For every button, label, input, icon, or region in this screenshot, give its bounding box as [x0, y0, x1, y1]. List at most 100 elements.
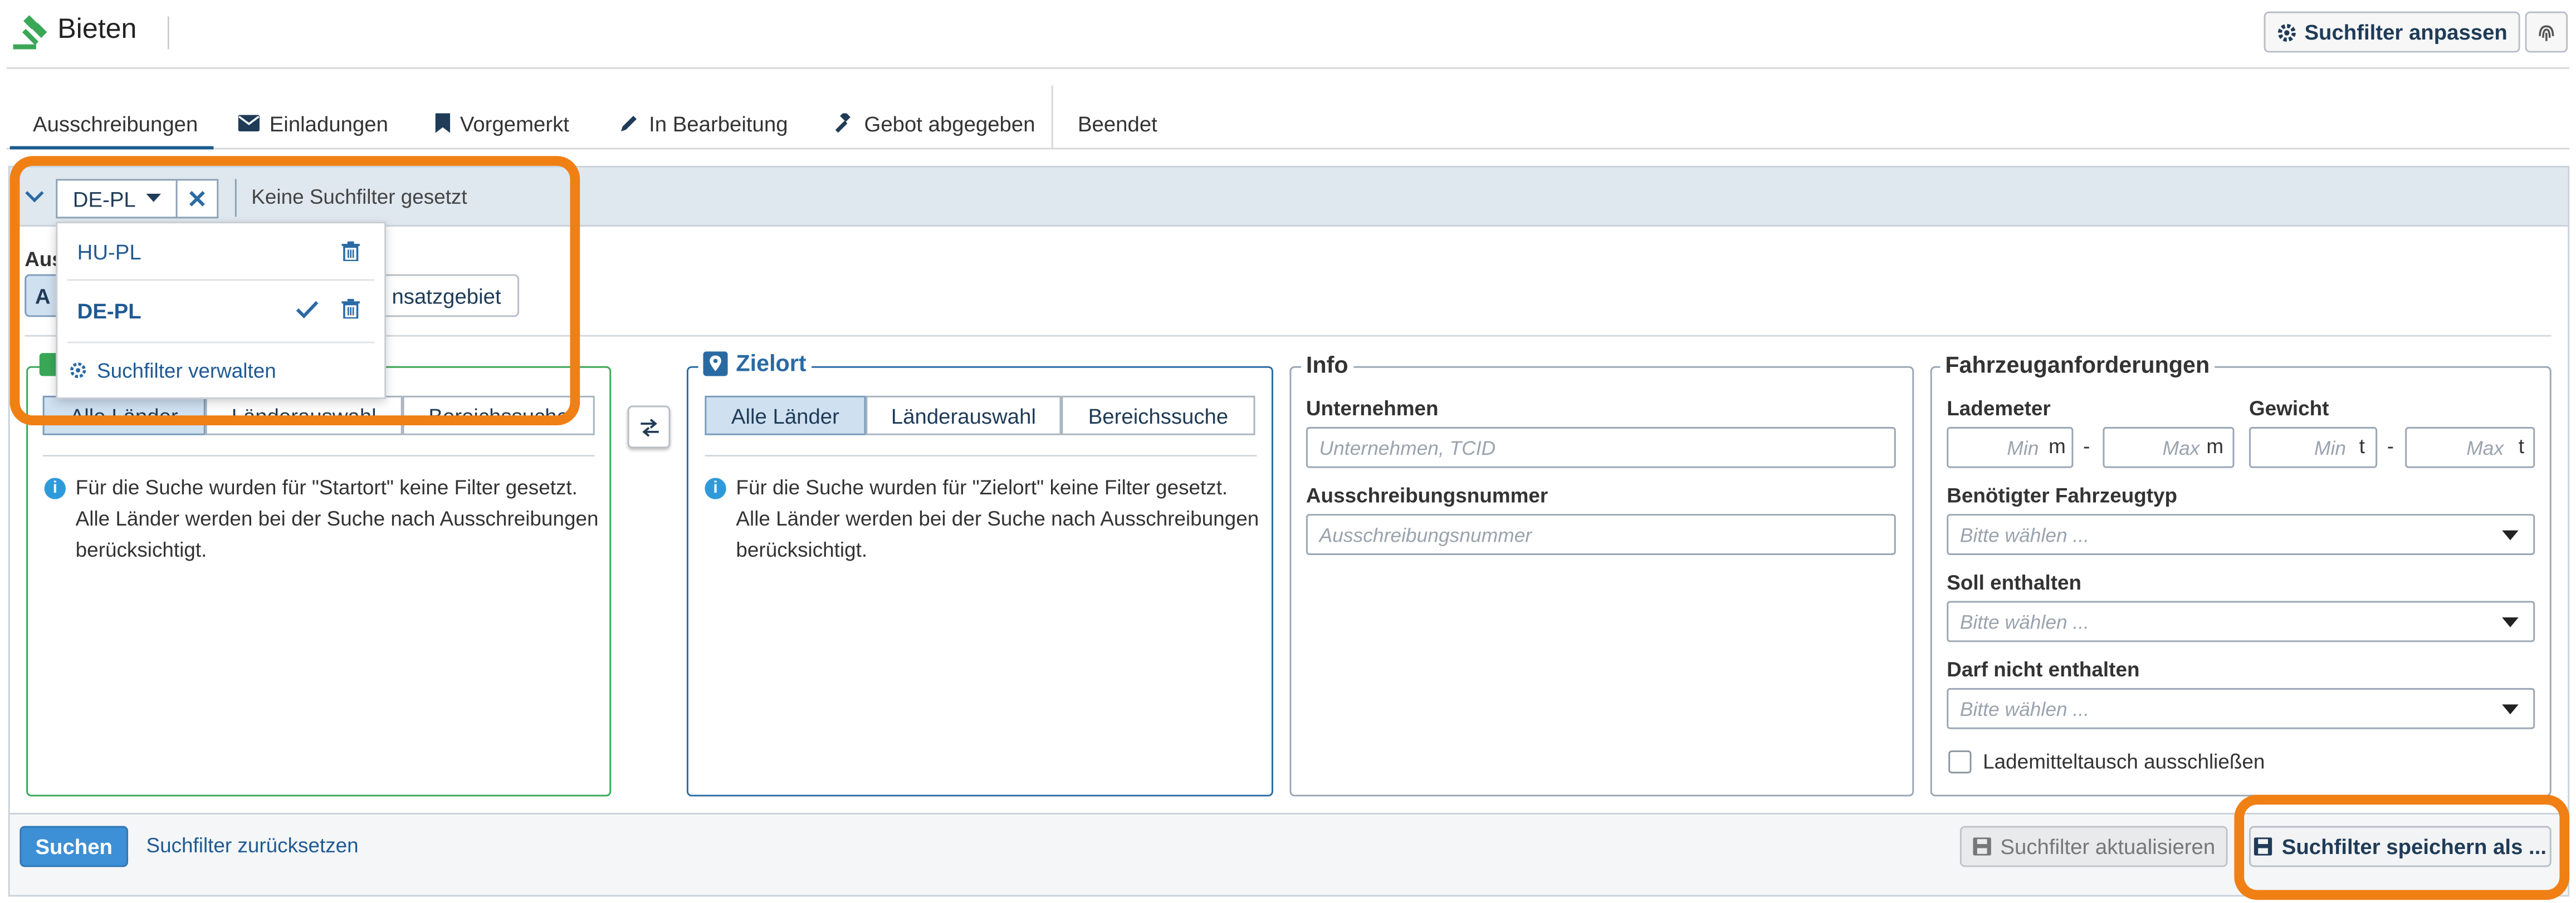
seg-label: Bereichssuche	[1088, 403, 1229, 428]
manage-filters-link[interactable]: Suchfilter verwalten	[57, 343, 384, 399]
dest-seg-country-select[interactable]: Länderauswahl	[866, 395, 1062, 435]
customize-filter-button[interactable]: Suchfilter anpassen	[2264, 11, 2520, 53]
trash-icon[interactable]	[341, 241, 360, 261]
clear-filter-button[interactable]	[175, 179, 219, 219]
vehicle-type-select[interactable]: Bitte wählen ...	[1947, 514, 2535, 555]
trash-icon[interactable]	[341, 298, 360, 319]
tab-in-bearbeitung[interactable]: In Bearbeitung	[619, 99, 788, 148]
header-divider	[167, 16, 169, 50]
tab-label: Einladungen	[269, 111, 388, 136]
active-tab-indicator	[9, 146, 214, 150]
dest-seg-all-countries[interactable]: Alle Länder	[705, 395, 866, 435]
update-filter-button[interactable]: Suchfilter aktualisieren	[1959, 826, 2228, 867]
min-placeholder: Min	[2007, 436, 2039, 459]
header-rule	[6, 67, 2570, 69]
dropdown-item-de-pl[interactable]: DE-PL	[57, 281, 384, 340]
info-icon: i	[44, 478, 66, 499]
start-seg-country-select[interactable]: Länderauswahl	[205, 395, 403, 435]
swap-arrows-icon	[638, 418, 659, 436]
start-seg-all-countries[interactable]: Alle Länder	[42, 395, 206, 435]
tender-number-label: Ausschreibungsnummer	[1306, 484, 1548, 508]
swap-locations-button[interactable]	[627, 405, 671, 449]
tender-placeholder: Ausschreibungsnummer	[1319, 523, 1532, 546]
weight-max[interactable]: Max	[2405, 426, 2535, 468]
reset-filter-link[interactable]: Suchfilter zurücksetzen	[146, 834, 359, 857]
tab-einladungen[interactable]: Einladungen	[238, 99, 388, 148]
customize-filter-label: Suchfilter anpassen	[2304, 19, 2507, 45]
caret-down-icon	[145, 194, 161, 204]
destination-legend-label: Zielort	[736, 350, 806, 376]
vehicle-legend: Fahrzeuganforderungen	[1940, 351, 2215, 378]
start-segment-control: Alle Länder Länderauswahl Bereichssuche	[42, 395, 595, 435]
bookmark-icon	[435, 113, 451, 133]
filter-select-value: DE-PL	[72, 186, 136, 212]
filter-select[interactable]: DE-PL	[56, 179, 178, 219]
gear-icon	[2276, 22, 2296, 42]
exclude-exchange-label[interactable]: Lademitteltausch ausschließen	[1983, 750, 2265, 773]
page-title: Bieten	[57, 13, 137, 45]
tab-label: Vorgemerkt	[460, 111, 569, 136]
should-contain-select[interactable]: Bitte wählen ...	[1947, 601, 2535, 642]
filter-dropdown-menu: HU-PL DE-PL Suchfilter verwalten	[56, 222, 387, 399]
destination-info-text: Für die Suche wurden für "Zielort" keine…	[736, 476, 1259, 562]
tab-gebot-abgegeben[interactable]: Gebot abgegeben	[833, 99, 1035, 148]
save-filter-as-button[interactable]: Suchfilter speichern als ...	[2249, 826, 2551, 867]
start-rule	[42, 455, 595, 457]
save-icon	[2254, 837, 2272, 856]
search-button-label: Suchen	[35, 834, 113, 859]
exclude-exchange-checkbox[interactable]	[1948, 750, 1972, 774]
destination-segment-control: Alle Länder Länderauswahl Bereichssuche	[705, 395, 1255, 435]
partial-button-a-label: A	[35, 283, 51, 308]
caret-down-icon	[2502, 530, 2519, 541]
must-not-contain-label: Darf nicht enthalten	[1947, 658, 2140, 682]
unit-m: m	[2206, 435, 2224, 458]
manage-filters-label: Suchfilter verwalten	[97, 359, 276, 383]
tab-vorgemerkt[interactable]: Vorgemerkt	[435, 99, 569, 148]
info-icon: i	[705, 478, 726, 499]
update-filter-label: Suchfilter aktualisieren	[2000, 834, 2216, 859]
tab-label: Gebot abgegeben	[864, 111, 1035, 136]
start-seg-area-search[interactable]: Bereichssuche	[402, 395, 595, 435]
dropdown-item-label: HU-PL	[77, 239, 141, 264]
tab-beendet[interactable]: Beendet	[1078, 99, 1157, 148]
seg-label: Länderauswahl	[231, 403, 377, 428]
destination-rule	[705, 455, 1257, 457]
tabs-rule	[6, 148, 2570, 150]
tender-number-input[interactable]: Ausschreibungsnummer	[1306, 514, 1896, 555]
tab-divider	[1051, 85, 1053, 148]
no-filter-text: Keine Suchfilter gesetzt	[251, 185, 467, 209]
info-legend: Info	[1301, 351, 1353, 378]
seg-label: Länderauswahl	[891, 403, 1036, 428]
dest-seg-area-search[interactable]: Bereichssuche	[1061, 395, 1255, 435]
min-placeholder: Min	[2314, 436, 2347, 459]
company-input[interactable]: Unternehmen, TCID	[1306, 426, 1896, 468]
select-placeholder: Bitte wählen ...	[1959, 697, 2090, 720]
vehicle-type-label: Benötigter Fahrzeugtyp	[1947, 484, 2178, 508]
select-placeholder: Bitte wählen ...	[1959, 523, 2090, 546]
map-pin-icon	[703, 350, 728, 375]
tab-label: Ausschreibungen	[32, 111, 198, 136]
weight-min[interactable]: Min	[2249, 426, 2378, 468]
tab-label: Beendet	[1077, 111, 1157, 136]
search-button[interactable]: Suchen	[19, 826, 129, 867]
weight-label: Gewicht	[2249, 397, 2329, 421]
unit-m: m	[2049, 435, 2066, 458]
company-placeholder: Unternehmen, TCID	[1319, 436, 1496, 459]
max-placeholder: Max	[2466, 436, 2504, 459]
header-separator	[234, 179, 237, 217]
must-not-contain-select[interactable]: Bitte wählen ...	[1947, 688, 2535, 729]
fingerprint-button[interactable]	[2525, 11, 2568, 53]
range-separator: -	[2387, 435, 2394, 458]
tab-ausschreibungen[interactable]: Ausschreibungen	[33, 99, 198, 148]
select-placeholder: Bitte wählen ...	[1959, 610, 2090, 634]
fingerprint-icon	[2535, 21, 2558, 43]
save-filter-as-label: Suchfilter speichern als ...	[2281, 834, 2547, 859]
seg-label: Alle Länder	[731, 403, 839, 428]
caret-down-icon	[2502, 617, 2519, 627]
unit-t: t	[2518, 435, 2525, 458]
should-contain-label: Soll enthalten	[1947, 571, 2082, 595]
checkmark-icon	[296, 301, 319, 319]
chevron-down-icon[interactable]	[25, 190, 44, 204]
einsatzgebiet-label: nsatzgebiet	[392, 283, 501, 308]
dropdown-item-hu-pl[interactable]: HU-PL	[57, 223, 384, 279]
